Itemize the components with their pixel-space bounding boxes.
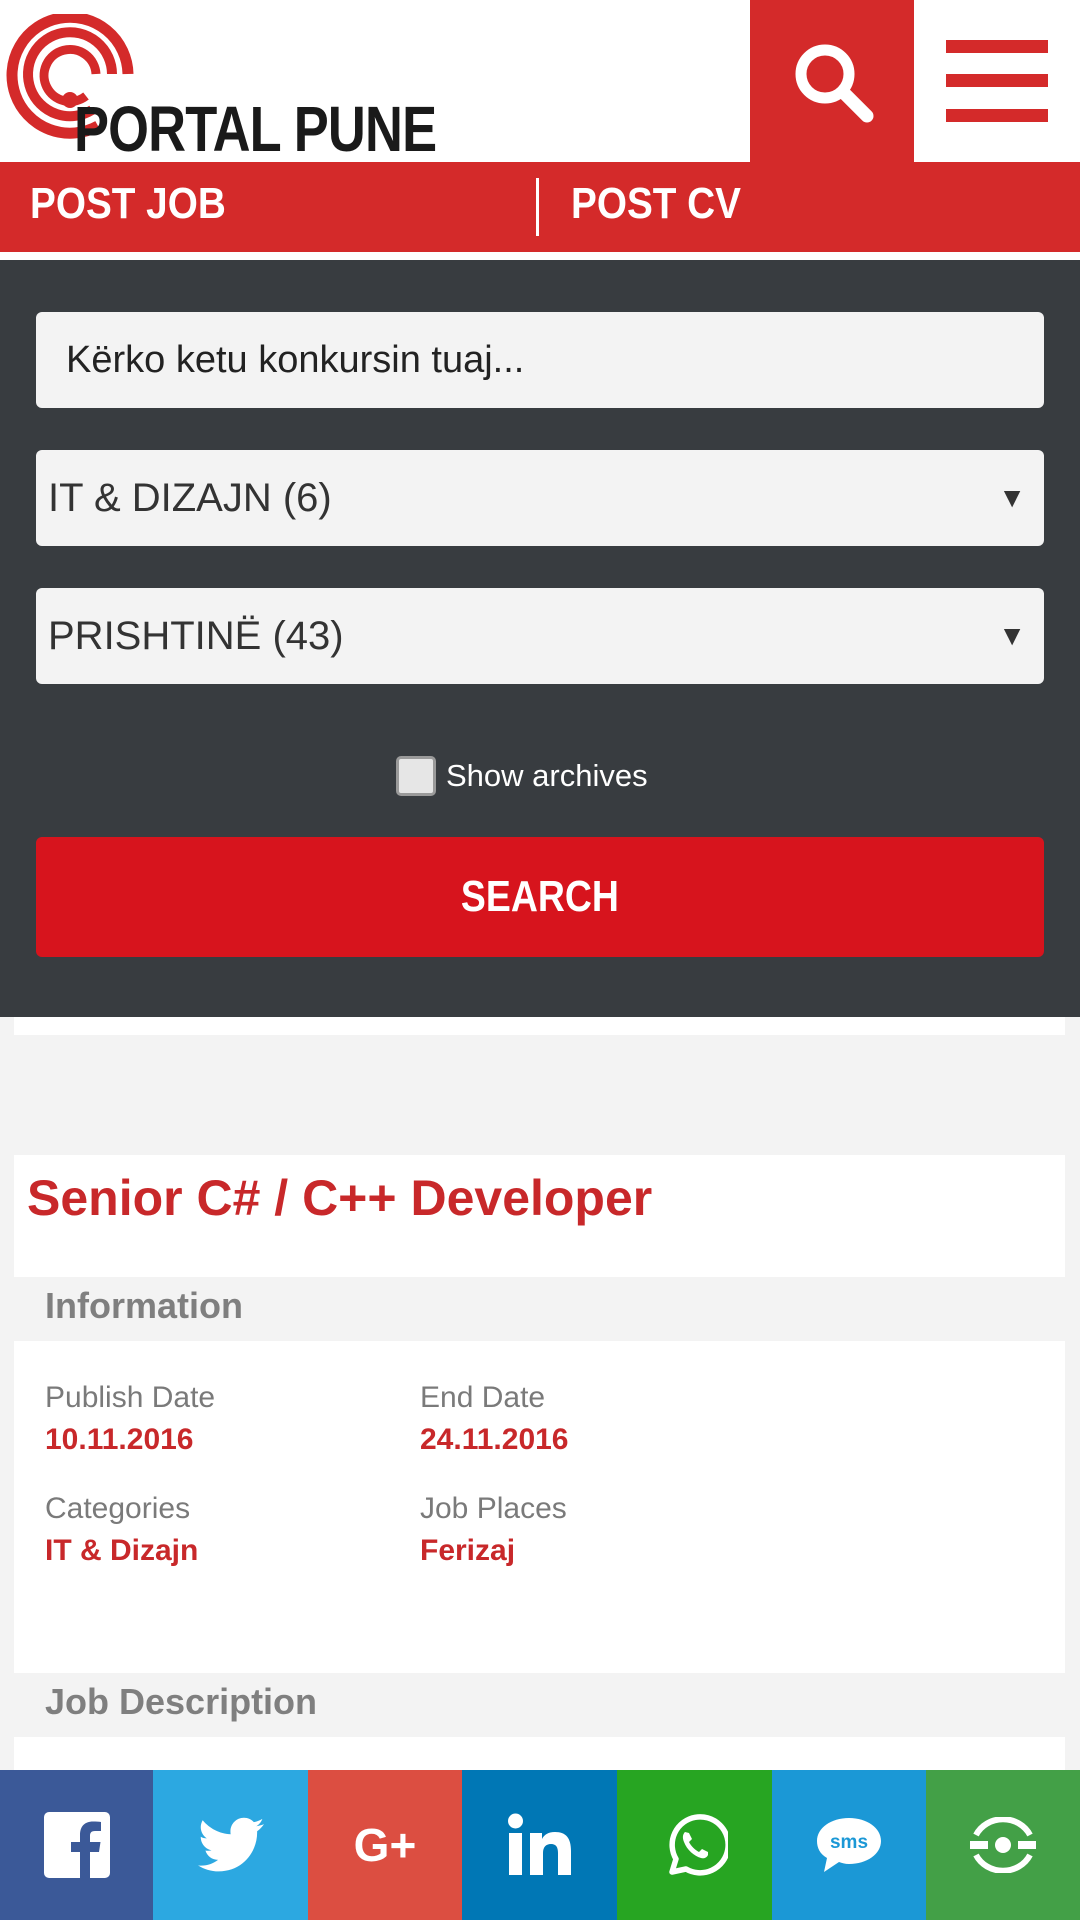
- share-more-button[interactable]: [926, 1770, 1080, 1920]
- show-archives-checkbox[interactable]: [396, 756, 436, 796]
- more-share-icon: [970, 1817, 1036, 1873]
- share-facebook-button[interactable]: [0, 1770, 153, 1920]
- header-search-button[interactable]: [750, 0, 914, 162]
- search-panel: Kërko ketu konkursin tuaj... IT & DIZAJN…: [0, 260, 1080, 1017]
- portal-pune-logo[interactable]: PORTAL PUNE: [0, 14, 437, 165]
- post-bar: POST JOB POST CV: [0, 162, 1080, 252]
- category-select[interactable]: IT & DIZAJN (6) ▼: [36, 450, 1044, 546]
- city-select-value: PRISHTINË (43): [48, 614, 344, 658]
- site-header: PORTAL PUNE: [0, 0, 1080, 165]
- svg-text:sms: sms: [830, 1832, 868, 1853]
- share-bar: G+ sms: [0, 1770, 1080, 1920]
- post-bar-underline: [0, 252, 1080, 260]
- job-places-label: Job Places: [420, 1492, 567, 1525]
- keyword-search-input[interactable]: Kërko ketu konkursin tuaj...: [36, 312, 1044, 408]
- post-job-link[interactable]: POST JOB: [30, 162, 226, 252]
- search-submit-label: SEARCH: [461, 872, 619, 921]
- share-twitter-button[interactable]: [153, 1770, 308, 1920]
- job-title-box: Senior C# / C++ Developer: [14, 1155, 1065, 1277]
- search-submit-button[interactable]: SEARCH: [36, 837, 1044, 957]
- header-menu-button[interactable]: [914, 0, 1080, 162]
- end-date-value: 24.11.2016: [420, 1423, 569, 1456]
- logo-text: PORTAL PUNE: [74, 93, 437, 165]
- hamburger-menu-icon: [946, 40, 1048, 122]
- whatsapp-icon: [668, 1814, 728, 1876]
- job-description-heading: Job Description: [45, 1681, 318, 1722]
- dropdown-arrow-icon: ▼: [998, 620, 1026, 651]
- dropdown-arrow-icon: ▼: [998, 482, 1026, 513]
- publish-date-label: Publish Date: [45, 1381, 216, 1414]
- google-plus-icon: G+: [353, 1819, 417, 1871]
- share-sms-button[interactable]: sms: [772, 1770, 926, 1920]
- share-whatsapp-button[interactable]: [617, 1770, 772, 1920]
- post-bar-divider: [536, 178, 539, 236]
- search-icon: [795, 44, 874, 123]
- publish-date-value: 10.11.2016: [45, 1423, 194, 1456]
- sms-icon: sms: [817, 1818, 881, 1872]
- facebook-icon: [43, 1812, 110, 1878]
- job-title: Senior C# / C++ Developer: [27, 1170, 653, 1226]
- share-google-plus-button[interactable]: G+: [308, 1770, 462, 1920]
- keyword-search-placeholder: Kërko ketu konkursin tuaj...: [66, 339, 525, 381]
- category-select-value: IT & DIZAJN (6): [48, 476, 332, 520]
- information-heading: Information: [45, 1285, 243, 1326]
- job-information-box: Publish Date 10.11.2016 End Date 24.11.2…: [14, 1341, 1065, 1673]
- show-archives-label: Show archives: [446, 758, 648, 793]
- end-date-label: End Date: [420, 1381, 546, 1414]
- city-select[interactable]: PRISHTINË (43) ▼: [36, 588, 1044, 684]
- share-linkedin-button[interactable]: [462, 1770, 617, 1920]
- job-places-value[interactable]: Ferizaj: [420, 1534, 515, 1568]
- categories-label: Categories: [45, 1492, 191, 1525]
- linkedin-icon: [507, 1813, 571, 1875]
- categories-value[interactable]: IT & Dizajn: [45, 1534, 198, 1568]
- post-cv-link[interactable]: POST CV: [571, 162, 741, 252]
- show-archives-option: Show archives: [396, 756, 648, 796]
- twitter-icon: [197, 1817, 264, 1872]
- content-top-strip: [14, 1017, 1065, 1035]
